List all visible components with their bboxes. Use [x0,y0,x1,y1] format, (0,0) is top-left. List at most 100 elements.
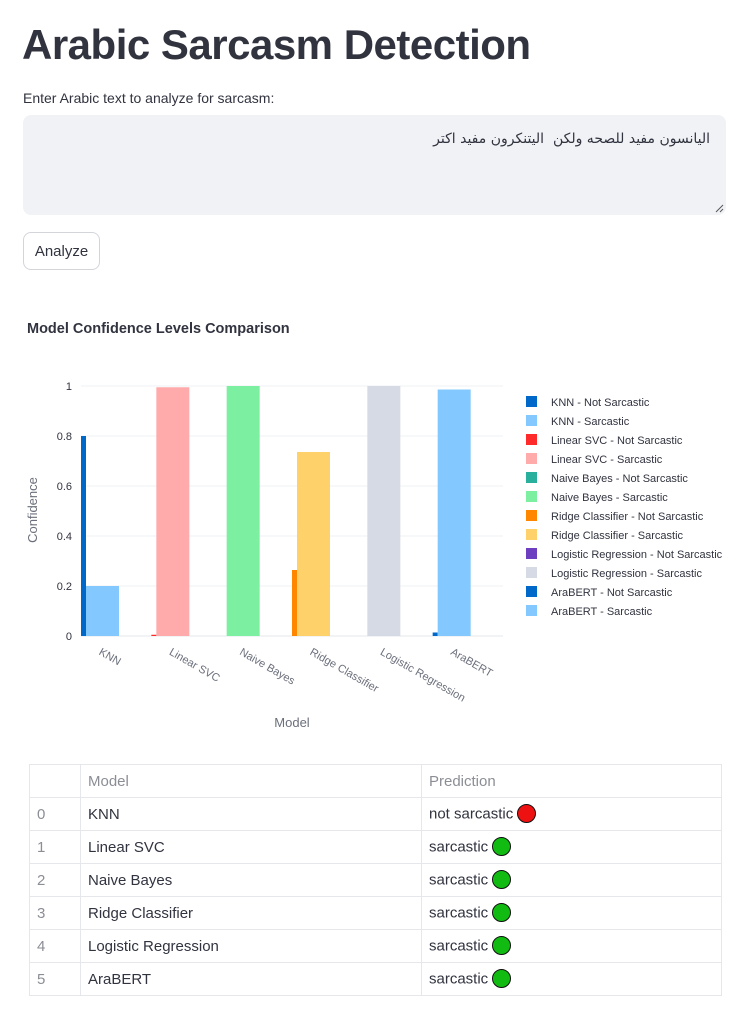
chart-title: Model Confidence Levels Comparison [27,321,290,337]
legend-swatch[interactable] [526,548,537,559]
bar-sarcastic[interactable] [226,386,260,636]
legend-swatch[interactable] [526,415,537,426]
prediction-cell: sarcastic [421,929,722,963]
y-tick-label: 0.8 [57,431,72,443]
legend-swatch[interactable] [526,453,537,464]
green-circle-icon [492,869,512,889]
legend-item-label[interactable]: KNN - Not Sarcastic [551,397,650,409]
legend-item-label[interactable]: AraBERT - Not Sarcastic [551,587,673,599]
bar-not-sarcastic[interactable] [81,436,86,636]
legend-swatch[interactable] [526,472,537,483]
legend-item-label[interactable]: Ridge Classifier - Sarcastic [551,530,684,542]
prediction-text: sarcastic [429,936,489,954]
bar-not-sarcastic[interactable] [432,632,438,637]
model-cell: AraBERT [80,962,422,996]
model-cell: Naive Bayes [80,863,422,897]
bar-not-sarcastic[interactable] [151,634,157,636]
legend-item-label[interactable]: Logistic Regression - Sarcastic [551,568,703,580]
bar-sarcastic[interactable] [156,387,190,636]
legend-item-label[interactable]: Linear SVC - Not Sarcastic [551,435,683,447]
prediction-text: sarcastic [429,837,489,855]
prediction-text: sarcastic [429,969,489,987]
y-axis-label: Confidence [25,477,40,543]
row-index: 0 [29,797,81,831]
results-table: Model Prediction 0 KNN not sarcastic 1 L… [29,764,722,996]
row-index: 3 [29,896,81,930]
prediction-text: not sarcastic [429,804,514,822]
page-title: Arabic Sarcasm Detection [22,21,531,68]
chart-bars [81,386,471,636]
legend-item-label[interactable]: Ridge Classifier - Not Sarcastic [551,511,704,523]
x-tick-label: Naive Bayes [237,646,297,688]
prediction-cell: not sarcastic [421,797,722,831]
table-row: 2 Naive Bayes sarcastic [29,863,722,897]
legend-item-label[interactable]: Linear SVC - Sarcastic [551,454,663,466]
x-tick-label: Ridge Classifier [308,646,381,695]
legend-swatch[interactable] [526,605,537,616]
legend-swatch[interactable] [526,434,537,445]
bar-sarcastic[interactable] [437,389,471,637]
row-index: 2 [29,863,81,897]
column-header-model[interactable]: Model [80,764,422,798]
y-axis-ticks: 0 0.2 0.4 0.6 0.8 1 [57,381,72,643]
column-header-index[interactable] [29,764,81,798]
bar-sarcastic[interactable] [86,586,119,636]
legend-item-label[interactable]: Logistic Regression - Not Sarcastic [551,549,723,561]
x-axis-ticks: KNN Linear SVC Naive Bayes Ridge Classifier… [97,646,495,704]
table-row: 1 Linear SVC sarcastic [29,830,722,864]
row-index: 1 [29,830,81,864]
table-header-row: Model Prediction [29,764,722,798]
legend-swatch[interactable] [526,586,537,597]
prediction-cell: sarcastic [421,863,722,897]
prediction-text: sarcastic [429,903,489,921]
bar-not-sarcastic[interactable] [292,570,297,636]
legend-swatch[interactable] [526,567,537,578]
confidence-bar-chart: 0 0.2 0.4 0.6 0.8 1 KNN Linear SVC Naive Bayes R… [25,381,723,730]
prediction-cell: sarcastic [421,896,722,930]
prediction-text: sarcastic [429,870,489,888]
chart-legend: KNN - Not Sarcastic KNN - Sarcastic Linear… [526,396,723,618]
row-index: 4 [29,929,81,963]
prediction-cell: sarcastic [421,962,722,996]
table-row: 4 Logistic Regression sarcastic [29,929,722,963]
table-row: 3 Ridge Classifier sarcastic [29,896,722,930]
legend-item-label[interactable]: KNN - Sarcastic [551,416,630,428]
y-tick-label: 0.4 [57,531,72,543]
legend-item-label[interactable]: Naive Bayes - Sarcastic [551,492,668,504]
red-circle-icon [517,803,537,823]
y-tick-label: 0.2 [57,581,72,593]
bar-sarcastic[interactable] [367,386,401,636]
bar-sarcastic[interactable] [297,452,330,636]
legend-swatch[interactable] [526,491,537,502]
y-tick-label: 0 [66,631,72,643]
app-page: Arabic Sarcasm Detection Enter Arabic te… [0,0,741,1010]
green-circle-icon [492,836,512,856]
y-tick-label: 0.6 [57,481,72,493]
row-index: 5 [29,962,81,996]
input-label: Enter Arabic text to analyze for sarcasm… [23,90,275,106]
green-circle-icon [492,902,512,922]
x-tick-label: KNN [97,646,123,668]
legend-swatch[interactable] [526,396,537,407]
resize-handle-icon[interactable] [715,204,724,213]
model-cell: Ridge Classifier [80,896,422,930]
column-header-prediction[interactable]: Prediction [421,764,722,798]
green-circle-icon [492,935,512,955]
table-row: 0 KNN not sarcastic [29,797,722,831]
arabic-text-input[interactable]: اليانسون مفيد للصحه ولكن اليتنكرون مفيد … [23,115,726,215]
prediction-cell: sarcastic [421,830,722,864]
model-cell: Logistic Regression [80,929,422,963]
y-tick-label: 1 [66,381,72,393]
model-cell: Linear SVC [80,830,422,864]
analyze-button[interactable]: Analyze [23,232,100,270]
x-tick-label: Linear SVC [167,646,222,685]
green-circle-icon [492,968,512,988]
x-axis-label: Model [274,715,310,730]
legend-swatch[interactable] [526,510,537,521]
model-cell: KNN [80,797,422,831]
legend-swatch[interactable] [526,529,537,540]
table-row: 5 AraBERT sarcastic [29,962,722,996]
x-tick-label: AraBERT [448,646,494,680]
legend-item-label[interactable]: Naive Bayes - Not Sarcastic [551,473,688,485]
legend-item-label[interactable]: AraBERT - Sarcastic [551,606,653,618]
